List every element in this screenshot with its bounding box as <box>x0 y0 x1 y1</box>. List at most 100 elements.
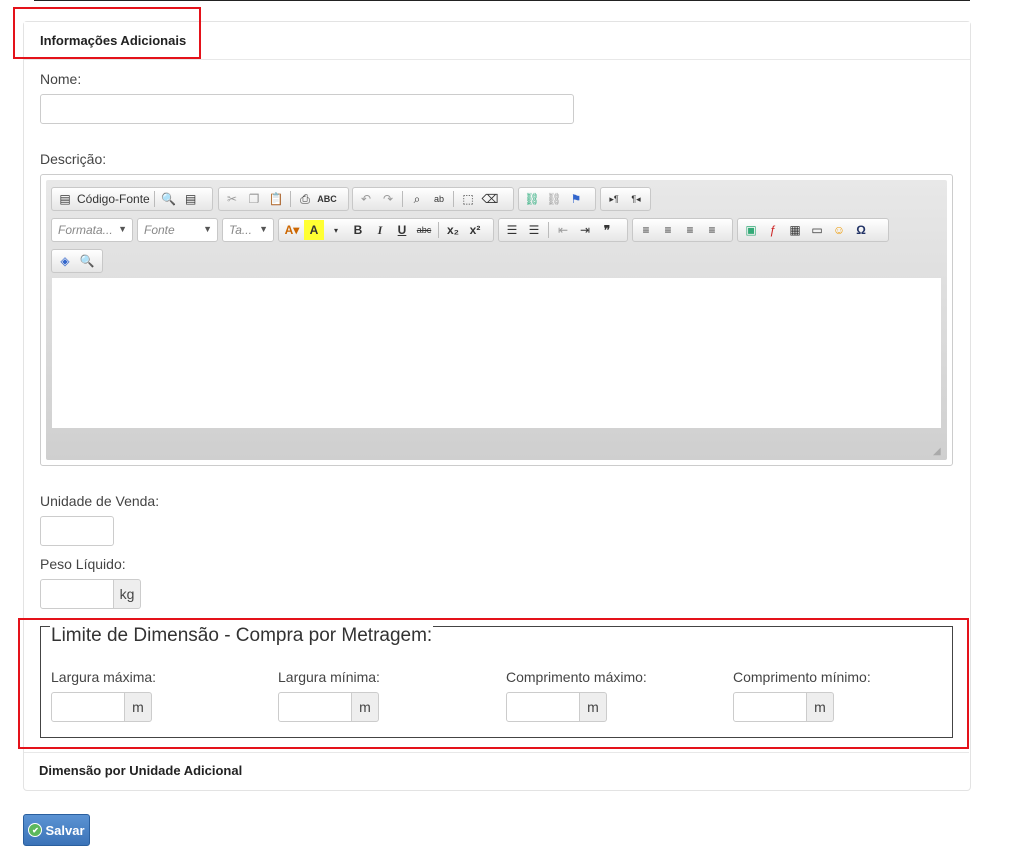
font-combo[interactable]: Fonte ▼ <box>137 218 218 242</box>
peso-unit-addon: kg <box>113 579 141 609</box>
horizontal-rule-icon[interactable]: ▭ <box>807 220 827 240</box>
anchor-flag-icon[interactable]: ⚑ <box>566 189 586 209</box>
editor-content-area[interactable] <box>52 278 941 428</box>
dimensao-section-title[interactable]: Dimensão por Unidade Adicional <box>39 763 242 778</box>
source-icon: ▤ <box>59 192 71 206</box>
special-char-icon[interactable]: Ω <box>851 220 871 240</box>
link-icon[interactable]: ⛓ <box>522 189 542 209</box>
paste-icon[interactable]: 📋 <box>266 189 286 209</box>
largura-minima-label: Largura mínima: <box>278 669 380 685</box>
indent-icon[interactable]: ⇥ <box>575 220 595 240</box>
unidade-label: Unidade de Venda: <box>40 493 160 509</box>
align-right-icon[interactable]: ≡ <box>680 220 700 240</box>
templates-icon[interactable]: ▤ <box>181 189 201 209</box>
source-button[interactable]: Código-Fonte <box>77 189 150 209</box>
resize-handle-icon[interactable]: ◢ <box>933 446 943 457</box>
nome-label: Nome: <box>40 71 82 87</box>
align-center-icon[interactable]: ≡ <box>658 220 678 240</box>
toolbar-group-tools: ◈ 🔍 <box>51 249 103 273</box>
toolbar-group-document: ▤ Código-Fonte 🔍 ▤ <box>51 187 213 211</box>
chevron-down-icon: ▼ <box>203 224 212 234</box>
save-button-label: Salvar <box>45 822 85 838</box>
toolbar-group-links: ⛓ ⛓ ⚑ <box>518 187 596 211</box>
table-icon[interactable]: ▦ <box>785 220 805 240</box>
replace-icon[interactable]: ab <box>429 189 449 209</box>
bg-color-icon[interactable]: A <box>304 220 324 240</box>
toolbar-group-direction: ▸¶ ¶◂ <box>600 187 651 211</box>
comprimento-maximo-label: Comprimento máximo: <box>506 669 647 685</box>
largura-maxima-input[interactable] <box>51 692 125 722</box>
toolbar-separator <box>548 222 549 238</box>
descricao-label: Descrição: <box>40 151 107 167</box>
smiley-icon[interactable]: ☺ <box>829 220 849 240</box>
toolbar-separator <box>438 222 439 238</box>
undo-icon[interactable]: ↶ <box>356 189 376 209</box>
toolbar-group-lists: ☰ ☰ ⇤ ⇥ ❞ <box>498 218 628 242</box>
image-icon[interactable]: ▣ <box>741 220 761 240</box>
largura-minima-input[interactable] <box>278 692 352 722</box>
font-combo-label: Fonte <box>144 223 175 237</box>
italic-icon[interactable]: I <box>370 220 390 240</box>
toolbar-group-editing: ↶ ↷ ⌕ ab ⬚ ⌫ <box>352 187 514 211</box>
top-divider <box>34 0 970 1</box>
chevron-down-icon: ▼ <box>259 224 268 234</box>
comprimento-minimo-input[interactable] <box>733 692 807 722</box>
ltr-icon[interactable]: ▸¶ <box>604 189 624 209</box>
highlight-title-box <box>13 7 201 59</box>
save-button[interactable]: ✔ Salvar <box>23 814 90 846</box>
show-blocks-icon[interactable]: 🔍 <box>77 251 97 271</box>
align-justify-icon[interactable]: ≡ <box>702 220 722 240</box>
size-combo[interactable]: Ta... ▼ <box>222 218 274 242</box>
bulleted-list-icon[interactable]: ☰ <box>524 220 544 240</box>
align-left-icon[interactable]: ≡ <box>636 220 656 240</box>
check-circle-icon: ✔ <box>28 823 43 837</box>
cut-icon[interactable]: ✂ <box>222 189 242 209</box>
unlink-icon[interactable]: ⛓ <box>544 189 564 209</box>
section-divider <box>24 752 969 753</box>
peso-input[interactable] <box>40 579 114 609</box>
underline-icon[interactable]: U <box>392 220 412 240</box>
editor-chrome: ▤ Código-Fonte 🔍 ▤ ✂ ❐ 📋 ⎙ ABC ↶ ↷ ⌕ ab … <box>46 180 947 460</box>
toolbar-separator <box>290 191 291 207</box>
comprimento-maximo-unit: m <box>579 692 607 722</box>
toolbar-group-styles: A▾ A ▾ B I U abc x₂ x² <box>278 218 494 242</box>
toolbar-separator <box>402 191 403 207</box>
size-combo-label: Ta... <box>229 223 252 237</box>
maximize-icon[interactable]: ◈ <box>55 251 75 271</box>
nome-input[interactable] <box>40 94 574 124</box>
rtl-icon[interactable]: ¶◂ <box>626 189 646 209</box>
redo-icon[interactable]: ↷ <box>378 189 398 209</box>
toolbar-group-clipboard: ✂ ❐ 📋 ⎙ ABC <box>218 187 349 211</box>
limite-legend: Limite de Dimensão - Compra por Metragem… <box>50 625 434 647</box>
bg-color-dropdown-icon[interactable]: ▾ <box>326 220 346 240</box>
superscript-icon[interactable]: x² <box>465 220 485 240</box>
toolbar-separator <box>153 191 155 207</box>
print-icon[interactable]: ⎙ <box>295 189 315 209</box>
largura-minima-unit: m <box>351 692 379 722</box>
bold-icon[interactable]: B <box>348 220 368 240</box>
comprimento-minimo-unit: m <box>806 692 834 722</box>
comprimento-maximo-input[interactable] <box>506 692 580 722</box>
spellcheck-icon[interactable]: ABC <box>317 189 337 209</box>
text-color-icon[interactable]: A▾ <box>282 220 302 240</box>
toolbar-group-align: ≡ ≡ ≡ ≡ <box>632 218 733 242</box>
unidade-input[interactable] <box>40 516 114 546</box>
copy-icon[interactable]: ❐ <box>244 189 264 209</box>
toolbar-separator <box>453 191 454 207</box>
find-icon[interactable]: ⌕ <box>407 189 427 209</box>
largura-maxima-unit: m <box>124 692 152 722</box>
flash-icon[interactable]: ƒ <box>763 220 783 240</box>
select-all-icon[interactable]: ⬚ <box>458 189 478 209</box>
toolbar-group-insert: ▣ ƒ ▦ ▭ ☺ Ω <box>737 218 889 242</box>
remove-format-icon[interactable]: ⌫ <box>480 189 500 209</box>
format-combo-label: Formata... <box>58 223 113 237</box>
format-combo[interactable]: Formata... ▼ <box>51 218 133 242</box>
numbered-list-icon[interactable]: ☰ <box>502 220 522 240</box>
blockquote-icon[interactable]: ❞ <box>597 220 617 240</box>
subscript-icon[interactable]: x₂ <box>443 220 463 240</box>
outdent-icon[interactable]: ⇤ <box>553 220 573 240</box>
peso-label: Peso Líquido: <box>40 556 126 572</box>
comprimento-minimo-label: Comprimento mínimo: <box>733 669 871 685</box>
preview-icon[interactable]: 🔍 <box>159 189 179 209</box>
strike-icon[interactable]: abc <box>414 220 434 240</box>
